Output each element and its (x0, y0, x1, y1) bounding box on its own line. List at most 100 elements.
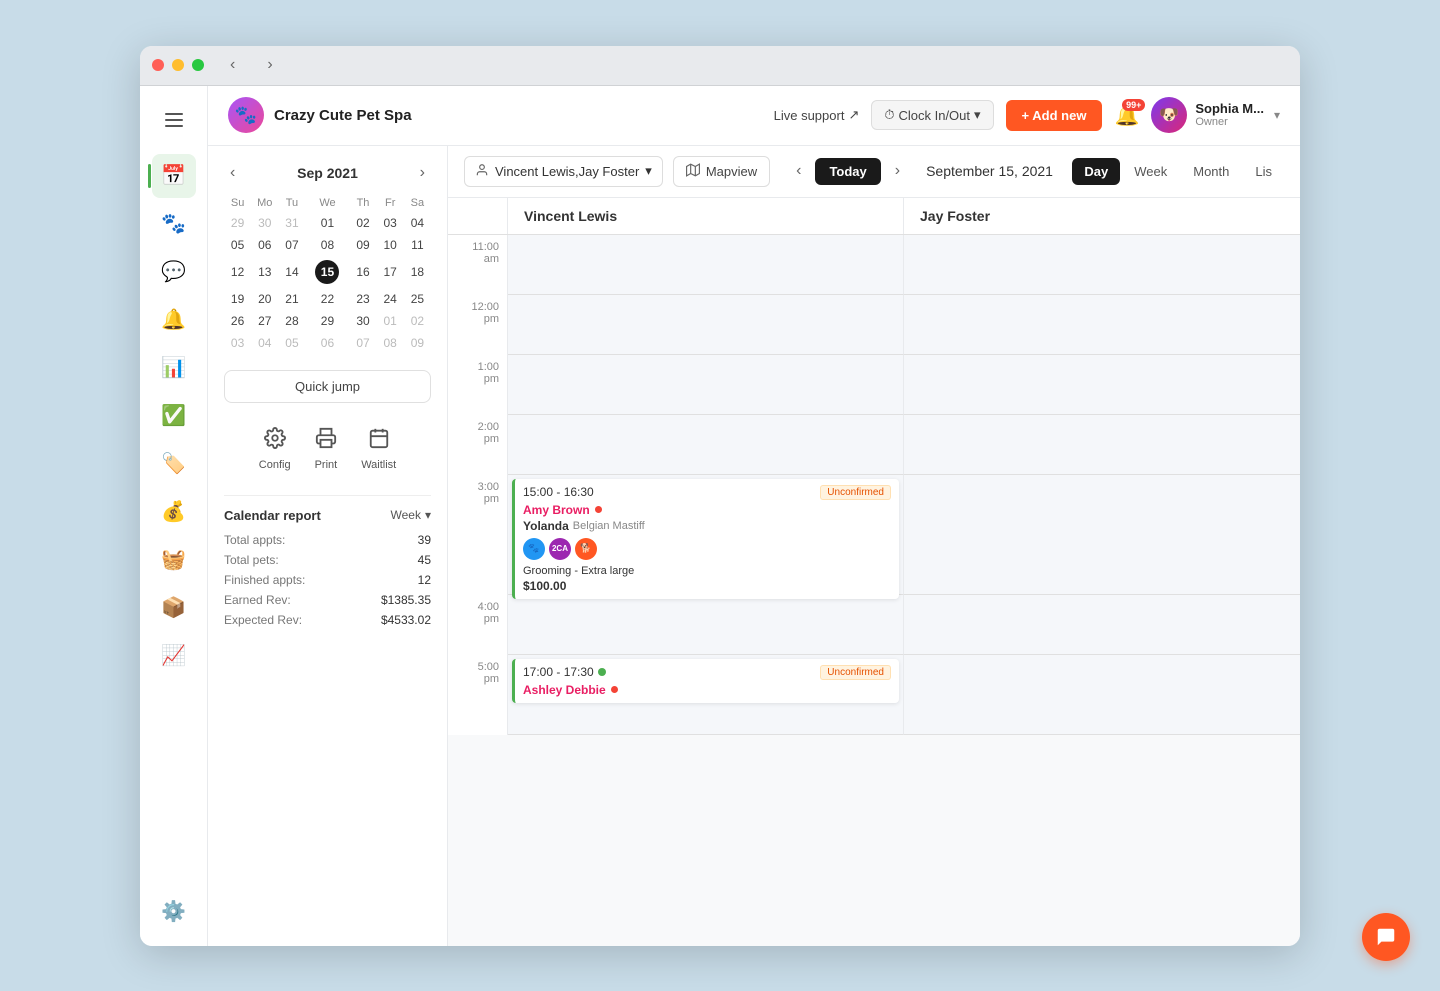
quick-jump-button[interactable]: Quick jump (224, 370, 431, 403)
cal-day[interactable]: 02 (349, 212, 376, 234)
cal-day[interactable]: 20 (251, 288, 278, 310)
add-new-button[interactable]: + Add new (1006, 100, 1103, 131)
cal-day[interactable]: 18 (404, 256, 431, 288)
cal-day-today[interactable]: 15 (306, 256, 350, 288)
cal-day[interactable]: 06 (251, 234, 278, 256)
cal-day[interactable]: 17 (377, 256, 404, 288)
slot-jay-12pm[interactable] (904, 295, 1300, 355)
appointment-card-amy[interactable]: 15:00 - 16:30 Unconfirmed Amy Brown Yola… (512, 479, 899, 599)
cal-day[interactable]: 09 (349, 234, 376, 256)
slot-jay-3pm[interactable] (904, 475, 1300, 595)
cal-day[interactable]: 03 (377, 212, 404, 234)
time-label-4pm: 4:00pm (448, 595, 508, 655)
mini-cal-prev[interactable]: ‹ (224, 162, 241, 184)
tab-list[interactable]: Lis (1243, 158, 1284, 185)
tab-day[interactable]: Day (1072, 158, 1120, 185)
cal-day[interactable]: 08 (377, 332, 404, 354)
sidebar-item-analytics[interactable]: 📈 (152, 634, 196, 678)
close-dot[interactable] (152, 59, 164, 71)
cal-day[interactable]: 14 (278, 256, 305, 288)
appointment-card-ashley[interactable]: 17:00 - 17:30 Unconfirmed Ashley Debbie (512, 659, 899, 703)
cal-day[interactable]: 23 (349, 288, 376, 310)
cal-prev-button[interactable]: ‹ (788, 158, 809, 184)
cal-day[interactable]: 10 (377, 234, 404, 256)
cal-day[interactable]: 16 (349, 256, 376, 288)
cal-day[interactable]: 29 (306, 310, 350, 332)
sidebar-item-inventory[interactable]: 📦 (152, 586, 196, 630)
waitlist-button[interactable]: Waitlist (353, 419, 404, 479)
slot-vincent-3pm[interactable]: 15:00 - 16:30 Unconfirmed Amy Brown Yola… (508, 475, 904, 595)
user-profile[interactable]: 🐶 Sophia M... Owner ▾ (1151, 97, 1280, 133)
slot-jay-4pm[interactable] (904, 595, 1300, 655)
live-support-button[interactable]: Live support ↗ (774, 107, 860, 123)
cal-day[interactable]: 06 (306, 332, 350, 354)
sidebar-item-tags[interactable]: 🏷️ (152, 442, 196, 486)
tab-week[interactable]: Week (1122, 158, 1179, 185)
cal-day[interactable]: 22 (306, 288, 350, 310)
report-period-selector[interactable]: Week ▾ (391, 508, 432, 522)
mapview-button[interactable]: Mapview (673, 156, 770, 187)
maximize-dot[interactable] (192, 59, 204, 71)
sidebar-item-messages[interactable]: 💬 (152, 250, 196, 294)
cal-day[interactable]: 09 (404, 332, 431, 354)
cal-day[interactable]: 19 (224, 288, 251, 310)
slot-vincent-11am[interactable] (508, 235, 904, 295)
user-role: Owner (1195, 116, 1264, 129)
cal-day[interactable]: 05 (278, 332, 305, 354)
cal-day[interactable]: 25 (404, 288, 431, 310)
forward-button[interactable]: › (261, 54, 278, 76)
sidebar-item-billing[interactable]: 💰 (152, 490, 196, 534)
clock-in-out-button[interactable]: ⏱ Clock In/Out ▾ (871, 100, 993, 130)
cal-day[interactable]: 08 (306, 234, 350, 256)
sidebar-item-schedule[interactable]: 📊 (152, 346, 196, 390)
slot-vincent-1pm[interactable] (508, 355, 904, 415)
sidebar-item-laundry[interactable]: 🧺 (152, 538, 196, 582)
slot-vincent-12pm[interactable] (508, 295, 904, 355)
cal-day[interactable]: 01 (306, 212, 350, 234)
minimize-dot[interactable] (172, 59, 184, 71)
cal-day[interactable]: 02 (404, 310, 431, 332)
slot-jay-5pm[interactable] (904, 655, 1300, 735)
cal-day[interactable]: 31 (278, 212, 305, 234)
chat-fab-button[interactable] (1362, 913, 1410, 961)
sidebar-item-pets[interactable]: 🐾 (152, 202, 196, 246)
hamburger-menu[interactable] (152, 98, 196, 142)
tab-month[interactable]: Month (1181, 158, 1241, 185)
sidebar-item-calendar[interactable]: 📅 (152, 154, 196, 198)
cal-next-button[interactable]: › (887, 158, 908, 184)
sidebar-item-settings[interactable]: ⚙️ (152, 890, 196, 934)
cal-day[interactable]: 12 (224, 256, 251, 288)
notifications-button[interactable]: 🔔 99+ (1114, 103, 1139, 128)
mini-cal-next[interactable]: › (414, 162, 431, 184)
cal-day[interactable]: 27 (251, 310, 278, 332)
sidebar-item-reminders[interactable]: 🔔 (152, 298, 196, 342)
config-button[interactable]: Config (251, 419, 299, 479)
cal-day[interactable]: 30 (349, 310, 376, 332)
cal-day[interactable]: 11 (404, 234, 431, 256)
slot-vincent-4pm[interactable] (508, 595, 904, 655)
cal-day[interactable]: 04 (404, 212, 431, 234)
cal-day[interactable]: 29 (224, 212, 251, 234)
slot-jay-1pm[interactable] (904, 355, 1300, 415)
cal-day[interactable]: 03 (224, 332, 251, 354)
back-button[interactable]: ‹ (224, 54, 241, 76)
cal-day[interactable]: 01 (377, 310, 404, 332)
cal-day[interactable]: 24 (377, 288, 404, 310)
slot-vincent-2pm[interactable] (508, 415, 904, 475)
cal-day[interactable]: 30 (251, 212, 278, 234)
cal-day[interactable]: 21 (278, 288, 305, 310)
cal-day[interactable]: 07 (278, 234, 305, 256)
slot-jay-11am[interactable] (904, 235, 1300, 295)
today-button[interactable]: Today (815, 158, 880, 185)
staff-filter-selector[interactable]: Vincent Lewis,Jay Foster ▾ (464, 156, 663, 187)
cal-day[interactable]: 05 (224, 234, 251, 256)
cal-day[interactable]: 26 (224, 310, 251, 332)
sidebar-item-tasks[interactable]: ✅ (152, 394, 196, 438)
cal-day[interactable]: 13 (251, 256, 278, 288)
slot-vincent-5pm[interactable]: 17:00 - 17:30 Unconfirmed Ashley Debbie (508, 655, 904, 735)
print-button[interactable]: Print (307, 419, 346, 479)
cal-day[interactable]: 28 (278, 310, 305, 332)
slot-jay-2pm[interactable] (904, 415, 1300, 475)
cal-day[interactable]: 07 (349, 332, 376, 354)
cal-day[interactable]: 04 (251, 332, 278, 354)
